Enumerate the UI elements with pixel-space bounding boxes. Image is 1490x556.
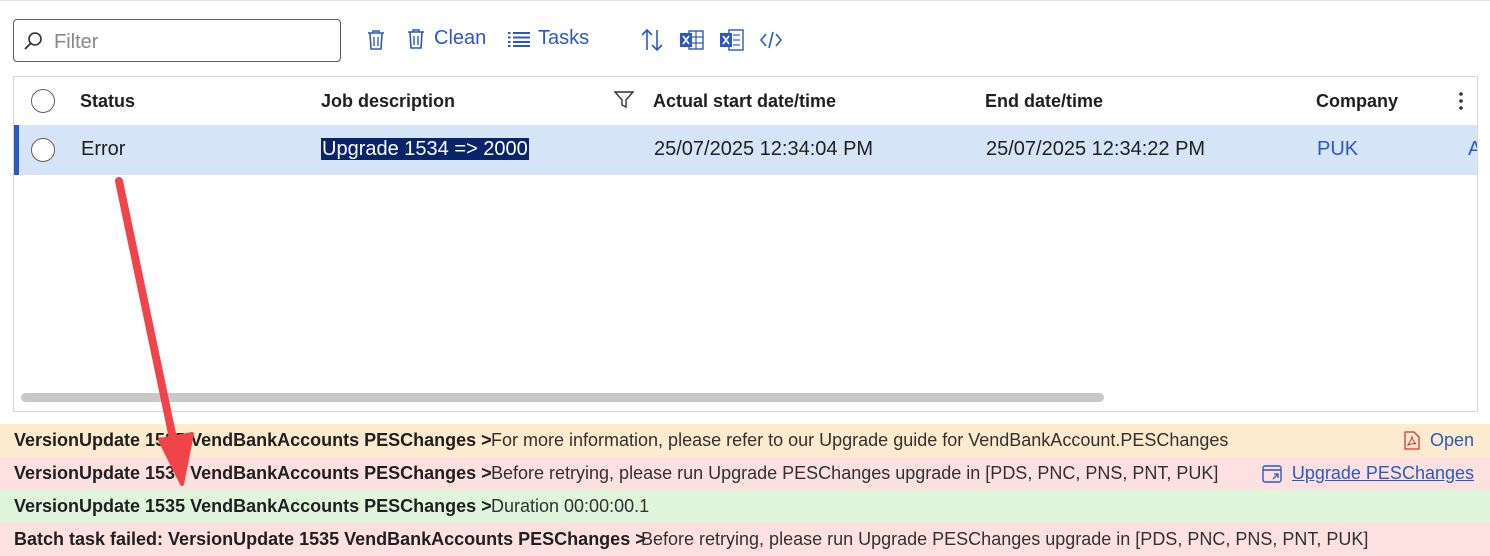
message-text: Duration 00:00:00.1 bbox=[491, 496, 650, 516]
cell-next-column-fragment[interactable]: A bbox=[1468, 138, 1477, 161]
tasks-label: Tasks bbox=[538, 27, 590, 49]
open-in-word-button[interactable] bbox=[720, 29, 744, 51]
open-in-excel-button[interactable] bbox=[680, 29, 704, 51]
message-bar-success: VersionUpdate 1535 VendBankAccounts PESC… bbox=[0, 490, 1490, 523]
column-header-start[interactable]: Actual start date/time bbox=[653, 91, 836, 112]
clean-label: Clean bbox=[434, 27, 487, 49]
horizontal-scrollbar[interactable] bbox=[21, 393, 1104, 402]
column-filter-icon[interactable] bbox=[614, 91, 634, 109]
message-source: VersionUpdate 1535 VendBankAccounts PESC… bbox=[14, 496, 492, 516]
delete-button[interactable] bbox=[366, 29, 386, 51]
message-source: VersionUpdate 1535 VendBankAccounts PESC… bbox=[14, 430, 492, 450]
tasks-list-icon bbox=[508, 31, 530, 47]
view-code-button[interactable] bbox=[760, 31, 782, 49]
clean-icon bbox=[408, 28, 424, 49]
excel-icon bbox=[680, 30, 704, 50]
open-guide-link[interactable]: Open bbox=[1404, 430, 1474, 451]
batch-jobs-grid: Status Job description Actual start date… bbox=[13, 76, 1478, 412]
pdf-icon bbox=[1404, 431, 1420, 450]
code-icon bbox=[760, 31, 782, 49]
upgrade-peschanges-label: Upgrade PESChanges bbox=[1291, 463, 1474, 483]
message-text: Before retrying, please run Upgrade PESC… bbox=[641, 529, 1369, 549]
message-source: Batch task failed: VersionUpdate 1535 Ve… bbox=[14, 529, 646, 549]
cell-company-link[interactable]: PUK bbox=[1317, 138, 1358, 161]
row-selected-indicator bbox=[14, 125, 19, 175]
tasks-button[interactable]: Tasks bbox=[508, 27, 589, 50]
word-icon bbox=[720, 29, 744, 51]
delete-icon bbox=[368, 30, 384, 50]
column-header-end[interactable]: End date/time bbox=[985, 91, 1103, 112]
message-text: Before retrying, please run Upgrade PESC… bbox=[491, 463, 1219, 483]
open-label: Open bbox=[1429, 430, 1474, 450]
select-all-checkbox[interactable] bbox=[31, 89, 55, 113]
clean-button[interactable]: Clean bbox=[406, 27, 486, 50]
grid-header: Status Job description Actual start date… bbox=[14, 77, 1477, 126]
cell-job-description[interactable]: Upgrade 1534 => 2000 bbox=[321, 138, 529, 161]
message-bar-error: VersionUpdate 1535 VendBankAccounts PESC… bbox=[0, 457, 1490, 490]
message-bar-batch-failed: Batch task failed: VersionUpdate 1535 Ve… bbox=[0, 523, 1490, 556]
row-select-checkbox[interactable] bbox=[31, 138, 55, 162]
message-text: For more information, please refer to ou… bbox=[491, 430, 1229, 450]
search-icon bbox=[24, 32, 42, 50]
sort-button[interactable] bbox=[641, 28, 663, 52]
cell-status: Error bbox=[81, 138, 126, 160]
filter-box[interactable] bbox=[13, 19, 341, 62]
table-row[interactable]: Error Upgrade 1534 => 2000 25/07/2025 12… bbox=[14, 125, 1477, 175]
filter-input[interactable] bbox=[52, 27, 336, 57]
job-description-text: Upgrade 1534 => 2000 bbox=[321, 138, 529, 160]
cell-end-datetime: 25/07/2025 12:34:22 PM bbox=[986, 138, 1206, 160]
column-header-job-description[interactable]: Job description bbox=[321, 91, 455, 112]
column-header-status[interactable]: Status bbox=[80, 91, 135, 112]
message-bar-info: VersionUpdate 1535 VendBankAccounts PESC… bbox=[0, 424, 1490, 457]
cell-start-datetime: 25/07/2025 12:34:04 PM bbox=[654, 138, 874, 160]
top-divider bbox=[0, 0, 1490, 1]
more-options-icon[interactable] bbox=[1458, 91, 1464, 111]
open-form-icon bbox=[1262, 464, 1282, 483]
message-source: VersionUpdate 1535 VendBankAccounts PESC… bbox=[14, 463, 492, 483]
sort-icon bbox=[641, 28, 663, 52]
column-header-company[interactable]: Company bbox=[1316, 91, 1398, 112]
upgrade-peschanges-link[interactable]: Upgrade PESChanges bbox=[1262, 463, 1474, 484]
